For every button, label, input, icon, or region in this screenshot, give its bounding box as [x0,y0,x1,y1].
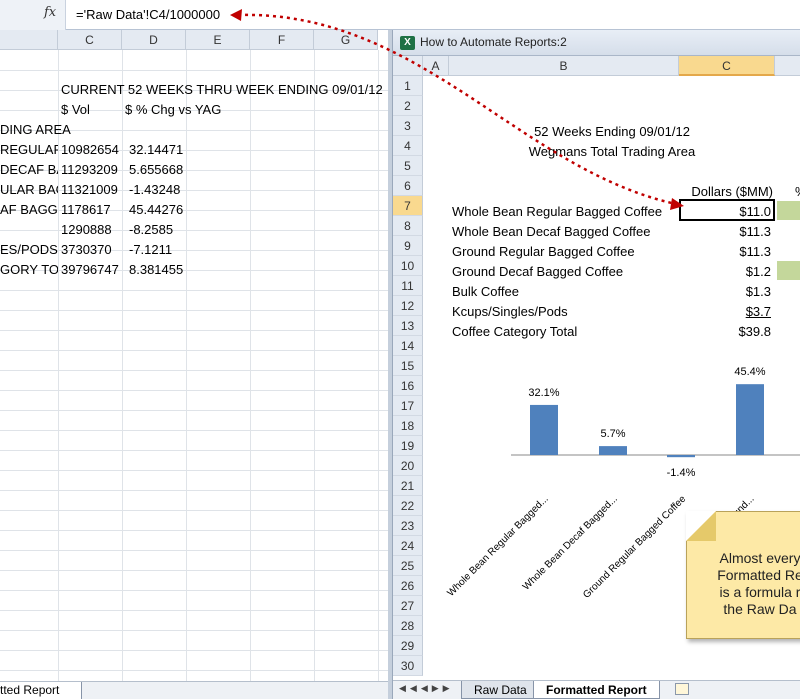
raw-volume-cell[interactable]: 3730370 [61,240,112,260]
grid-line [0,210,389,211]
grid-line [0,350,389,351]
col-header-e[interactable]: E [186,30,250,50]
col-header-c[interactable]: C [58,30,122,50]
grid-line [0,590,389,591]
grid-line [0,470,389,471]
excel-screenshot: fx ='Raw Data'!C4/1000000 C D E F G CURR… [0,0,800,699]
raw-category-cell[interactable]: REGULAF [0,140,58,160]
left-sheet-tabs: tted Report [0,681,389,699]
chart-bar[interactable] [736,384,764,455]
chart-bar[interactable] [599,446,627,455]
raw-title-cell[interactable]: CURRENT 52 WEEKS THRU WEEK ENDING 09/01/… [61,80,383,100]
raw-change-cell[interactable]: 45.44276 [129,200,183,220]
raw-volume-cell[interactable]: 39796747 [61,260,119,280]
col-header-d[interactable]: D [122,30,186,50]
formula-bar: fx ='Raw Data'!C4/1000000 [0,0,800,30]
raw-data-window: C D E F G CURRENT 52 WEEKS THRU WEEK END… [0,30,390,699]
tab-formatted-report[interactable]: Formatted Report [533,681,660,699]
grid-line [0,310,389,311]
chart-data-label: 32.1% [528,386,560,399]
raw-change-cell[interactable]: -1.43248 [129,180,180,200]
insert-sheet-icon[interactable] [675,683,689,695]
grid-line [0,670,389,671]
raw-area-cell[interactable]: DING AREA [0,120,71,140]
insert-function-icon[interactable]: fx [44,5,56,20]
raw-category-cell[interactable]: DECAF BA [0,160,58,180]
raw-volume-cell[interactable]: 10982654 [61,140,119,160]
raw-change-cell[interactable]: 8.381455 [129,260,183,280]
formula-input[interactable]: ='Raw Data'!C4/1000000 [76,7,220,22]
chart-data-label: 5.7% [600,428,626,441]
grid-line [0,250,389,251]
col-header-g[interactable]: G [314,30,378,50]
callout-line: the Raw Da [723,601,797,617]
chart-bar[interactable] [530,404,558,455]
grid-line [0,610,389,611]
grid-line [0,630,389,631]
raw-category-cell[interactable]: ULAR BAG [0,180,58,200]
sheet-nav-arrows[interactable]: ◀◀◀▶▶ [399,683,454,694]
grid-line [0,230,389,231]
raw-volume-cell[interactable]: 1178617 [61,200,111,220]
col-header-f[interactable]: F [250,30,314,50]
grid-line [0,530,389,531]
grid-line [0,270,389,271]
callout-line: is a formula r [719,584,800,600]
formatted-report-window: X How to Automate Reports:2 A B C 123456… [392,30,800,699]
callout-text: Almost every Formatted Re is a formula r… [705,550,800,618]
sheet-tabs: ◀◀◀▶▶ Raw Data Formatted Report [393,680,800,699]
raw-change-cell[interactable]: -7.1211 [129,240,172,260]
raw-category-cell[interactable]: GORY TOT [0,260,58,280]
grid-line [0,150,389,151]
raw-category-cell[interactable]: AF BAGGE [0,200,58,220]
grid-line [0,390,389,391]
raw-header-vol[interactable]: $ Vol [61,100,90,120]
grid-line [0,190,389,191]
grid-line [0,70,389,71]
tab-raw-data[interactable]: Raw Data [461,681,540,699]
grid-line [0,170,389,171]
col-header-b[interactable] [0,30,58,50]
grid-line [0,510,389,511]
callout-line: Formatted Re [717,567,800,583]
grid-line [0,330,389,331]
tab-formatted-report-left[interactable]: tted Report [0,682,83,699]
grid-line [0,430,389,431]
grid-line [0,570,389,571]
chart-bar[interactable] [667,455,695,458]
grid-line [0,410,389,411]
grid-line [0,450,389,451]
raw-change-cell[interactable]: 32.14471 [129,140,183,160]
grid-line [0,650,389,651]
raw-change-cell[interactable]: -8.2585 [129,220,173,240]
chart-data-label: 45.4% [734,366,766,379]
raw-volume-cell[interactable]: 11321009 [61,180,118,200]
callout-line: Almost every [719,550,800,566]
chart-data-label: -1.4% [666,467,696,479]
raw-volume-cell[interactable]: 11293209 [61,160,118,180]
raw-category-cell[interactable]: ES/PODS [0,240,58,260]
grid-line [0,290,389,291]
note-fold-corner [686,511,716,541]
grid-line [0,370,389,371]
grid-line [0,550,389,551]
grid-line [0,490,389,491]
raw-header-chg[interactable]: $ % Chg vs YAG [125,100,221,120]
raw-category-cell[interactable] [0,220,58,240]
raw-volume-cell[interactable]: 1290888 [61,220,112,240]
raw-change-cell[interactable]: 5.655668 [129,160,183,180]
